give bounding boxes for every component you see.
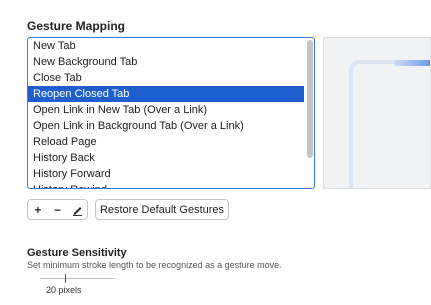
list-edit-button-group: + − — [27, 199, 88, 220]
gesture-action-list[interactable]: New Tab New Background Tab Close Tab Reopen… — [27, 37, 315, 189]
gesture-action-item[interactable]: History Back — [28, 150, 304, 166]
sensitivity-slider[interactable] — [40, 274, 115, 284]
gesture-mapping-title: Gesture Mapping — [27, 19, 126, 33]
gesture-action-list-items: New Tab New Background Tab Close Tab Reopen… — [28, 38, 304, 188]
gesture-action-item[interactable]: Reopen Closed Tab — [28, 86, 304, 102]
gesture-action-item[interactable]: Reload Page — [28, 134, 304, 150]
list-scrollbar-thumb[interactable] — [307, 40, 313, 158]
remove-gesture-button[interactable]: − — [48, 200, 68, 219]
gesture-action-item[interactable]: History Rewind — [28, 182, 304, 188]
list-scrollbar[interactable] — [307, 40, 313, 186]
pencil-icon — [72, 206, 82, 216]
gesture-action-item[interactable]: History Forward — [28, 166, 304, 182]
gesture-preview-panel — [323, 37, 431, 189]
gesture-action-item[interactable]: New Background Tab — [28, 54, 304, 70]
sensitivity-slider-thumb[interactable] — [65, 274, 66, 283]
add-gesture-button[interactable]: + — [28, 200, 48, 219]
gesture-sensitivity-title: Gesture Sensitivity — [27, 247, 127, 259]
gesture-sensitivity-description: Set minimum stroke length to be recogniz… — [27, 260, 282, 270]
gesture-action-item[interactable]: New Tab — [28, 38, 304, 54]
sensitivity-slider-track — [40, 278, 115, 279]
edit-gesture-button[interactable] — [67, 200, 87, 219]
sensitivity-value-label: 20 pixels — [46, 285, 82, 295]
restore-default-gestures-button[interactable]: Restore Default Gestures — [95, 199, 229, 220]
gesture-preview-guide — [349, 60, 430, 188]
gesture-action-item[interactable]: Open Link in New Tab (Over a Link) — [28, 102, 304, 118]
gesture-preview-stroke — [394, 60, 430, 66]
gesture-action-item[interactable]: Close Tab — [28, 70, 304, 86]
gesture-action-item[interactable]: Open Link in Background Tab (Over a Link… — [28, 118, 304, 134]
